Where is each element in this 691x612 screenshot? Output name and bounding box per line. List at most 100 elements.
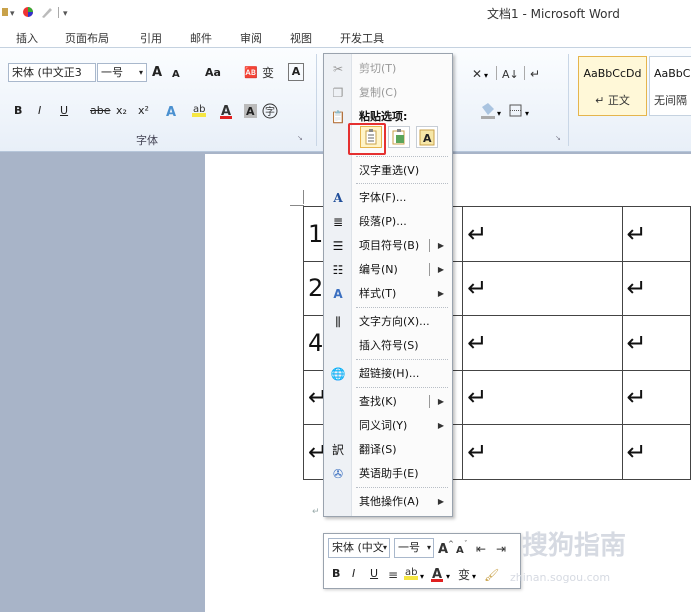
mini-font-size-value: 一号 — [398, 541, 420, 554]
menu-item-numbering[interactable]: ☷ 编号(N) ▶ — [324, 259, 452, 280]
paste-text-only-button[interactable]: A — [416, 126, 438, 148]
chinese-layout-button[interactable]: ✕ ▾ A↓ ↵ — [470, 63, 570, 83]
svg-text:ab: ab — [193, 104, 205, 115]
group-separator — [568, 54, 569, 146]
margin-corner-mark — [303, 190, 304, 204]
mini-font-name-combo[interactable]: 宋体 (中文 ▾ — [328, 538, 390, 558]
submenu-arrow-icon: ▶ — [437, 265, 444, 274]
menu-separator — [356, 487, 448, 488]
table-cell[interactable]: ↵ — [621, 260, 691, 316]
style-normal[interactable]: AaBbCcDd ↵ 正文 — [578, 56, 647, 116]
table-cell[interactable]: ↵ — [621, 315, 691, 371]
submenu-arrow-icon: ▶ — [437, 421, 444, 430]
shrink-font-button[interactable]: A — [172, 65, 180, 85]
ribbon-tabs: 插入 页面布局 引用 邮件 审阅 视图 开发工具 — [0, 26, 691, 48]
draw-icon[interactable] — [42, 8, 52, 18]
color-wheel-icon[interactable] — [23, 7, 33, 17]
svg-text:⇥: ⇥ — [496, 542, 506, 556]
customize-qat-icon[interactable]: ▾ — [63, 9, 68, 19]
table-cell[interactable]: ↵ — [462, 206, 623, 262]
style-no-spacing-name: 无间隔 — [654, 94, 687, 107]
svg-text:A: A — [166, 105, 176, 120]
underline-button[interactable]: U — [60, 101, 68, 121]
paragraph-dialog-launcher-icon[interactable]: ↘ — [555, 134, 561, 142]
tab-page-layout[interactable]: 页面布局 — [65, 30, 109, 46]
superscript-button[interactable]: x² — [138, 101, 149, 121]
clear-format-icon: 🆎 变 — [244, 65, 274, 80]
table-cell[interactable]: ↵ — [621, 206, 691, 262]
menu-item-more-actions[interactable]: 其他操作(A) ▶ — [324, 491, 452, 512]
menu-item-synonyms[interactable]: 同义词(Y) ▶ — [324, 415, 452, 436]
mini-bold-button[interactable]: B — [332, 564, 340, 584]
mini-format-icons: ≡ ab ▾ A ▾ 变 ▾ 🖌 — [388, 567, 499, 582]
style-normal-name: ↵ 正文 — [595, 94, 630, 107]
tab-references[interactable]: 引用 — [140, 30, 162, 46]
submenu-arrow-icon: ▶ — [437, 397, 444, 406]
clear-formatting-button[interactable]: 🆎 变 — [242, 62, 282, 82]
change-case-button[interactable]: Aa — [205, 63, 221, 83]
menu-item-reconvert[interactable]: 汉字重选(V) — [324, 160, 452, 181]
font-icon: A — [333, 191, 343, 205]
svg-text:🆎: 🆎 — [244, 66, 258, 79]
menu-item-font[interactable]: A 字体(F)... — [324, 187, 452, 208]
tab-insert[interactable]: 插入 — [16, 30, 38, 46]
svg-text:⇤: ⇤ — [476, 542, 486, 556]
mini-toolbar[interactable]: 宋体 (中文 ▾ 一号 ▾ A ^ Aˇ ⇤ ⇥ B I U ≡ ab ▾ A ▾ … — [323, 533, 521, 589]
strikethrough-button[interactable]: abe — [90, 101, 111, 121]
menu-item-copy[interactable]: ❐ 复制(C) — [324, 82, 452, 103]
text-effects-icons: A ab A A 字 — [166, 103, 278, 120]
mini-italic-button[interactable]: I — [352, 564, 355, 584]
menu-item-english-assistant[interactable]: ✇ 英语助手(E) — [324, 463, 452, 484]
svg-text:ab: ab — [405, 567, 417, 578]
font-name-combo[interactable]: 宋体 (中文正3 — [8, 63, 96, 82]
split-separator — [429, 239, 430, 252]
watermark-text: 搜狗指南 — [522, 531, 627, 561]
table-cell[interactable]: ↵ — [462, 424, 623, 480]
tab-mailings[interactable]: 邮件 — [190, 30, 212, 46]
table-cell[interactable]: ↵ — [462, 260, 623, 316]
menu-item-paragraph[interactable]: ≣ 段落(P)... — [324, 211, 452, 232]
mini-font-size-buttons[interactable]: A ^ Aˇ ⇤ ⇥ — [438, 538, 518, 558]
table-cell[interactable]: ↵ — [621, 369, 691, 425]
context-menu[interactable]: ✂ 剪切(T) ❐ 复制(C) 📋 粘贴选项: A 汉字重选(V) A 字体(F… — [323, 53, 453, 517]
mini-underline-button[interactable]: U — [370, 564, 378, 584]
menu-item-styles[interactable]: A 样式(T) ▶ — [324, 283, 452, 304]
menu-item-insert-symbol[interactable]: 插入符号(S) — [324, 335, 452, 356]
menu-item-cut[interactable]: ✂ 剪切(T) — [324, 58, 452, 79]
table-cell[interactable]: ↵ — [462, 315, 623, 371]
style-no-spacing[interactable]: AaBbC 无间隔 — [649, 56, 691, 116]
dialog-launcher-icon[interactable]: ↘ — [297, 134, 303, 142]
format-painter-icon[interactable] — [2, 8, 8, 16]
chevron-down-icon: ▾ — [138, 68, 143, 77]
copy-icon: ❐ — [332, 86, 344, 100]
numbering-icon: ☷ — [332, 263, 344, 277]
menu-item-find[interactable]: 查找(K) ▶ — [324, 391, 452, 412]
shading-button[interactable]: ▾ ▾ — [478, 101, 548, 121]
hyperlink-icon: 🌐 — [330, 367, 346, 381]
table-cell[interactable]: ↵ — [621, 424, 691, 480]
mini-format-tools[interactable]: ≡ ab ▾ A ▾ 变 ▾ 🖌 — [388, 564, 518, 584]
text-effects-button[interactable]: A ab A A 字 — [164, 101, 284, 121]
table-cell[interactable]: ↵ — [462, 369, 623, 425]
menu-item-bullets[interactable]: ☰ 项目符号(B) ▶ — [324, 235, 452, 256]
character-border-button[interactable]: A — [288, 63, 304, 81]
menu-item-hyperlink[interactable]: 🌐 超链接(H)... — [324, 363, 452, 384]
bold-button[interactable]: B — [14, 101, 22, 121]
tab-review[interactable]: 审阅 — [240, 30, 262, 46]
svg-text:变: 变 — [262, 65, 274, 80]
menu-item-text-direction[interactable]: ⫼ 文字方向(X)... — [324, 311, 452, 332]
paste-merge-formatting-button[interactable] — [388, 126, 410, 148]
grow-font-button[interactable]: A — [152, 63, 162, 83]
tab-view[interactable]: 视图 — [290, 30, 312, 46]
english-assistant-icon: ✇ — [332, 467, 344, 481]
font-size-combo[interactable]: 一号 ▾ — [97, 63, 147, 82]
svg-text:^: ^ — [448, 540, 454, 548]
title-bar: ▾ ▾ 文档1 - Microsoft Word — [0, 0, 691, 26]
menu-separator — [356, 359, 448, 360]
tab-developer[interactable]: 开发工具 — [340, 30, 384, 46]
menu-item-translate[interactable]: 訳 翻译(S) — [324, 439, 452, 460]
style-normal-preview: AaBbCcDd — [583, 67, 642, 80]
mini-font-size-combo[interactable]: 一号 ▾ — [394, 538, 434, 558]
italic-button[interactable]: I — [38, 101, 41, 121]
subscript-button[interactable]: x₂ — [116, 101, 127, 121]
